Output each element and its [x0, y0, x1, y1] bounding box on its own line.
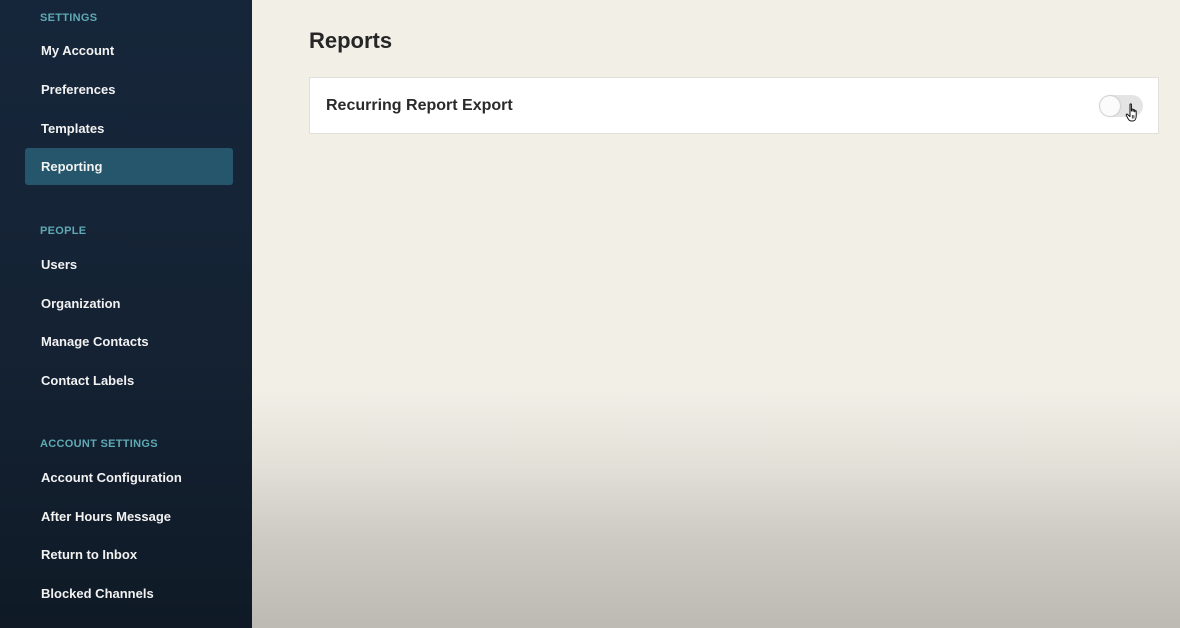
sidebar-item-return-to-inbox[interactable]: Return to Inbox — [25, 536, 233, 573]
sidebar-item-organization[interactable]: Organization — [25, 285, 233, 322]
sidebar-item-my-account[interactable]: My Account — [25, 32, 233, 69]
sidebar-item-templates[interactable]: Templates — [25, 110, 233, 147]
sidebar-item-after-hours-message[interactable]: After Hours Message — [25, 498, 233, 535]
sidebar-item-contact-labels[interactable]: Contact Labels — [25, 362, 233, 399]
sidebar-item-manage-contacts[interactable]: Manage Contacts — [25, 323, 233, 360]
section-heading-people: PEOPLE — [40, 225, 87, 237]
sidebar-item-reporting[interactable]: Reporting — [25, 148, 233, 185]
page-title: Reports — [309, 28, 393, 53]
section-heading-account-settings: ACCOUNT SETTINGS — [40, 438, 158, 450]
hand-pointer-icon — [1125, 103, 1137, 122]
setting-label: Recurring Report Export — [326, 96, 513, 114]
recurring-report-export-toggle[interactable] — [1099, 95, 1143, 122]
section-heading-settings: SETTINGS — [40, 12, 98, 24]
sidebar-item-account-configuration[interactable]: Account Configuration — [25, 459, 233, 496]
setting-card-recurring-report-export: Recurring Report Export — [309, 77, 1159, 134]
sidebar-item-users[interactable]: Users — [25, 246, 233, 283]
settings-sidebar: SETTINGS My Account Preferences Template… — [0, 0, 252, 628]
sidebar-item-blocked-channels[interactable]: Blocked Channels — [25, 575, 233, 612]
main-content: Reports Recurring Report Export — [252, 0, 1180, 628]
sidebar-item-preferences[interactable]: Preferences — [25, 71, 233, 108]
app-window: SETTINGS My Account Preferences Template… — [0, 0, 1180, 628]
toggle-knob — [1100, 96, 1120, 116]
